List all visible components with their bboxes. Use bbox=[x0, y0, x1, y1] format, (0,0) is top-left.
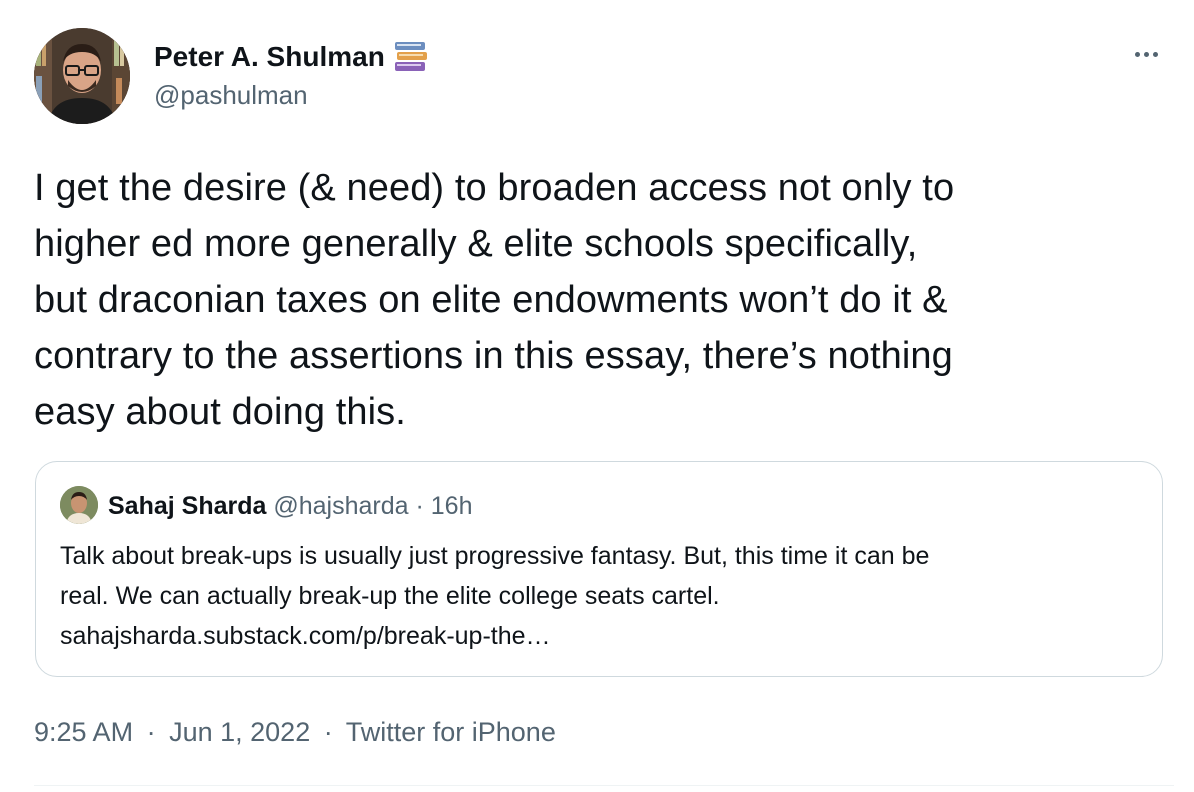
quote-author-name: Sahaj Sharda bbox=[108, 492, 267, 520]
tweet: Peter A. Shulman @pashulman I get the de… bbox=[0, 0, 1194, 792]
quote-separator: · bbox=[415, 492, 424, 520]
tweet-metadata: 9:25 AM · Jun 1, 2022 · Twitter for iPho… bbox=[34, 714, 556, 750]
tweet-source[interactable]: Twitter for iPhone bbox=[346, 717, 556, 747]
books-icon bbox=[393, 40, 429, 74]
author-avatar[interactable] bbox=[34, 28, 130, 124]
footer-separator: · bbox=[146, 717, 156, 747]
author-handle[interactable]: @pashulman bbox=[154, 80, 308, 110]
divider bbox=[34, 785, 1174, 786]
footer-separator: · bbox=[323, 717, 333, 747]
more-options-button[interactable] bbox=[1128, 40, 1164, 68]
tweet-time[interactable]: 9:25 AM bbox=[34, 717, 133, 747]
quote-author-handle: @hajsharda bbox=[273, 492, 409, 520]
quote-author-avatar bbox=[60, 486, 98, 524]
quote-text-line-1: Talk about break-ups is usually just pro… bbox=[60, 542, 930, 570]
quote-text: Talk about break-ups is usually just pro… bbox=[60, 536, 1140, 656]
quote-text-line-2: real. We can actually break-up the elite… bbox=[60, 582, 720, 610]
author-name-text: Peter A. Shulman bbox=[154, 41, 385, 72]
more-horizontal-icon bbox=[1133, 51, 1160, 57]
tweet-text: I get the desire (& need) to broaden acc… bbox=[34, 167, 955, 433]
quoted-tweet[interactable]: Sahaj Sharda @hajsharda · 16h Talk about… bbox=[35, 461, 1163, 677]
author-name[interactable]: Peter A. Shulman bbox=[154, 40, 429, 74]
quote-header: Sahaj Sharda @hajsharda · 16h bbox=[108, 490, 473, 522]
quote-time: 16h bbox=[430, 492, 473, 520]
quote-link[interactable]: sahajsharda.substack.com/p/break-up-the… bbox=[60, 616, 1140, 656]
tweet-date[interactable]: Jun 1, 2022 bbox=[169, 717, 310, 747]
